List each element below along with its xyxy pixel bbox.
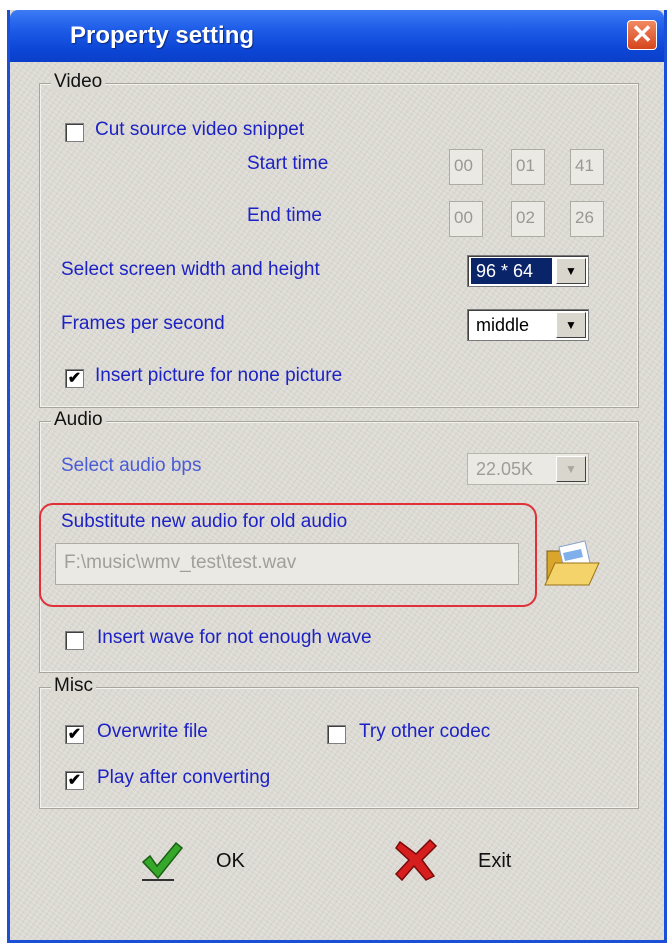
insert-picture-label[interactable]: Insert picture for none picture [95,365,342,387]
ok-button[interactable]: OK [140,836,270,886]
try-codec-label[interactable]: Try other codec [359,721,490,743]
video-group-label: Video [51,71,106,93]
exit-label: Exit [478,850,512,872]
misc-group: Misc ✔ Overwrite file Try other codec ✔ … [39,675,639,809]
screen-size-select[interactable]: 96 * 64 ▼ [467,255,589,287]
dialog-title: Property setting [70,22,255,49]
end-time-minute-field[interactable]: 02 [511,201,545,237]
exit-button[interactable]: Exit [394,836,524,886]
end-time-hour-field[interactable]: 00 [449,201,483,237]
start-time-label: Start time [247,153,329,174]
start-time-minute-field[interactable]: 01 [511,149,545,185]
overwrite-label[interactable]: Overwrite file [97,721,208,743]
property-setting-dialog: Property setting ✕ Video Cut source vide… [7,10,667,943]
cut-snippet-label[interactable]: Cut source video snippet [95,119,304,141]
play-after-label[interactable]: Play after converting [97,767,270,789]
green-checkmark-icon [141,841,184,881]
play-after-checkbox[interactable]: ✔ [65,771,84,790]
audio-bps-value: 22.05K [476,459,534,479]
audio-group: Audio Select audio bps 22.05K ▼ Substitu… [39,409,639,673]
insert-picture-checkbox[interactable]: ✔ [65,369,84,388]
cut-snippet-checkbox[interactable] [65,123,84,142]
audio-group-label: Audio [51,409,106,431]
insert-wave-checkbox[interactable] [65,631,84,650]
chevron-down-icon[interactable]: ▼ [556,312,586,338]
misc-group-label: Misc [51,675,97,697]
screen-size-label: Select screen width and height [61,259,320,280]
fps-label: Frames per second [61,313,225,334]
screen-size-value: 96 * 64 [470,257,553,285]
fps-select[interactable]: middle ▼ [467,309,589,341]
chevron-down-icon[interactable]: ▼ [556,456,586,482]
insert-wave-label[interactable]: Insert wave for not enough wave [97,627,372,649]
chevron-down-icon[interactable]: ▼ [556,258,586,284]
open-folder-icon[interactable] [541,533,601,593]
start-time-hour-field[interactable]: 00 [449,149,483,185]
audio-bps-select[interactable]: 22.05K ▼ [467,453,589,485]
ok-label: OK [216,850,245,872]
end-time-label: End time [247,205,322,226]
substitute-audio-path-field[interactable]: F:\music\wmv_test\test.wav [55,543,519,585]
audio-bps-label: Select audio bps [61,455,202,476]
red-x-icon [394,838,438,882]
substitute-audio-label: Substitute new audio for old audio [61,511,348,532]
try-codec-checkbox[interactable] [327,725,346,744]
title-bar[interactable]: Property setting ✕ [10,10,664,62]
close-button[interactable]: ✕ [627,20,657,50]
fps-value: middle [476,315,530,335]
overwrite-checkbox[interactable]: ✔ [65,725,84,744]
start-time-second-field[interactable]: 41 [570,149,604,185]
close-icon: ✕ [631,19,653,49]
video-group: Video Cut source video snippet Start tim… [39,71,639,408]
end-time-second-field[interactable]: 26 [570,201,604,237]
